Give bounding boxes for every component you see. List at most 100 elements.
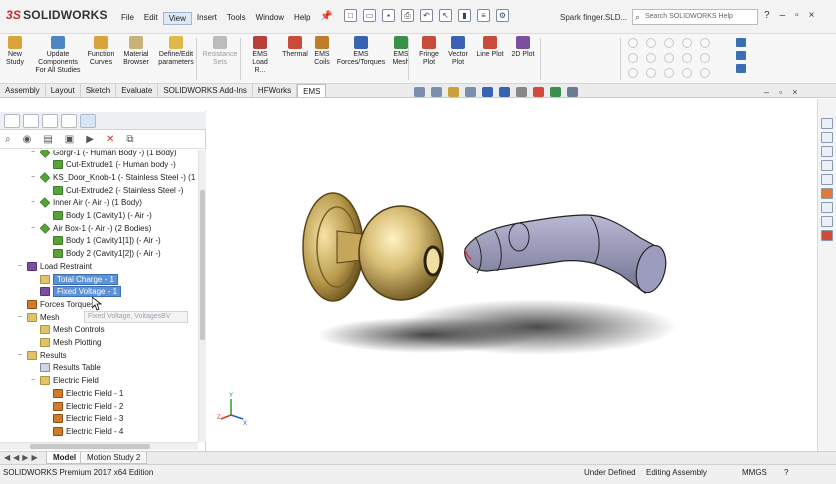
- property-manager-tab[interactable]: [23, 114, 39, 128]
- tree-item[interactable]: − Results: [18, 349, 67, 361]
- tab-motion-study[interactable]: Motion Study 2: [80, 452, 148, 464]
- section-view-icon[interactable]: [465, 87, 476, 97]
- tree-item[interactable]: Mesh Plotting: [31, 337, 101, 349]
- close-view-icon[interactable]: ×: [792, 87, 797, 97]
- zoom-fit-icon[interactable]: [414, 87, 425, 97]
- edit-study-icon[interactable]: ▤: [43, 134, 52, 145]
- new-study-button[interactable]: New Study: [2, 36, 28, 67]
- filter-icon[interactable]: ⌕: [5, 134, 11, 145]
- menu-edit[interactable]: Edit: [139, 12, 163, 25]
- help-icon[interactable]: ?: [764, 10, 770, 21]
- configuration-manager-tab[interactable]: [42, 114, 58, 128]
- checklist-icon[interactable]: [821, 216, 833, 227]
- menu-insert[interactable]: Insert: [192, 12, 222, 25]
- vector-plot-button[interactable]: Vector Plot: [446, 36, 470, 67]
- minimize-view-icon[interactable]: –: [764, 87, 769, 97]
- hide-show-items-icon[interactable]: [516, 87, 527, 97]
- fringe-plot-button[interactable]: Fringe Plot: [416, 36, 442, 67]
- function-curves-button[interactable]: Function Curves: [86, 36, 116, 67]
- edit-appearance-icon[interactable]: [533, 87, 544, 97]
- rebuild-icon[interactable]: ▮: [458, 9, 471, 22]
- tree-item[interactable]: − KS_Door_Knob-1 (- Stainless Steel -) (1: [31, 171, 195, 183]
- thermal-button[interactable]: Thermal: [280, 36, 310, 59]
- menu-help[interactable]: Help: [289, 12, 315, 25]
- resistance-sets-button[interactable]: Resistance Sets: [202, 36, 238, 67]
- material-browser-button[interactable]: Material Browser: [120, 36, 152, 67]
- file-explorer-icon[interactable]: [821, 160, 833, 171]
- ems-load-button[interactable]: EMS Load R...: [246, 36, 274, 75]
- expand-toggle-icon[interactable]: −: [31, 199, 38, 206]
- appearances-icon[interactable]: [821, 188, 833, 199]
- run-icon[interactable]: ▶: [86, 134, 94, 145]
- line-plot-button[interactable]: Line Plot: [474, 36, 506, 59]
- ems-tab[interactable]: [80, 114, 96, 128]
- tree-item[interactable]: − Gorgr-1 (- Human Body -) (1 Body): [31, 150, 177, 158]
- feature-manager-tab[interactable]: [4, 114, 20, 128]
- tab-scroll-arrows[interactable]: ◀◀▶▶: [4, 453, 41, 462]
- previous-view-icon[interactable]: [448, 87, 459, 97]
- home-icon[interactable]: [821, 118, 833, 129]
- status-units[interactable]: MMGS: [742, 468, 767, 477]
- help-search-input[interactable]: ⌕ Search SOLIDWORKS Help: [632, 9, 758, 25]
- custom-properties-icon[interactable]: [821, 202, 833, 213]
- minimize-button[interactable]: –: [780, 10, 786, 21]
- apply-scene-icon[interactable]: [550, 87, 561, 97]
- view-palette-icon[interactable]: [821, 174, 833, 185]
- tree-item[interactable]: Cut-Extrude2 (- Stainless Steel -): [44, 184, 183, 196]
- options-icon[interactable]: ⚙: [496, 9, 509, 22]
- tree-horizontal-scrollbar[interactable]: [0, 442, 198, 450]
- tree-item[interactable]: − Electric Field: [31, 375, 99, 387]
- menu-window[interactable]: Window: [251, 12, 289, 25]
- duplicate-study-icon[interactable]: ▣: [65, 134, 74, 145]
- maximize-button[interactable]: ▫: [795, 10, 799, 21]
- save-icon[interactable]: ▪: [382, 9, 395, 22]
- view-settings-icon[interactable]: [567, 87, 578, 97]
- tab-model[interactable]: Model: [46, 452, 84, 464]
- tab-ems[interactable]: EMS: [297, 84, 327, 97]
- tree-item[interactable]: Forces Torques: [18, 298, 95, 310]
- select-icon[interactable]: ↖: [439, 9, 452, 22]
- delete-icon[interactable]: ✕: [106, 134, 114, 145]
- tree-item[interactable]: Electric Field - 2: [44, 400, 123, 412]
- copy-icon[interactable]: ⧉: [126, 134, 133, 145]
- close-button[interactable]: ×: [809, 10, 815, 21]
- expand-toggle-icon[interactable]: −: [18, 314, 25, 321]
- tree-item[interactable]: Body 1 (Cavity1) (- Air -): [44, 210, 152, 222]
- tab-evaluate[interactable]: Evaluate: [116, 84, 159, 97]
- tab-sketch[interactable]: Sketch: [81, 84, 117, 97]
- tree-item[interactable]: Electric Field - 1: [44, 387, 123, 399]
- tree-item[interactable]: − Air Box-1 (- Air -) (2 Bodies): [31, 222, 151, 234]
- menu-file[interactable]: File: [116, 12, 139, 25]
- info-icon[interactable]: [736, 38, 746, 47]
- tab-assembly[interactable]: Assembly: [0, 84, 46, 97]
- resources-icon[interactable]: [821, 132, 833, 143]
- tree-item[interactable]: Cut-Extrude1 (- Human body -): [44, 159, 176, 171]
- menu-tools[interactable]: Tools: [222, 12, 251, 25]
- expand-toggle-icon[interactable]: −: [31, 225, 38, 232]
- menu-view[interactable]: View: [162, 12, 192, 25]
- file-properties-icon[interactable]: ≡: [477, 9, 490, 22]
- tree-item[interactable]: − Load Restraint: [18, 260, 92, 272]
- tree-item[interactable]: Fixed Voltage - 1: [31, 286, 122, 298]
- expand-toggle-icon[interactable]: −: [18, 263, 25, 270]
- tree-item[interactable]: Electric Field - 4: [44, 425, 123, 437]
- tree-item[interactable]: Body 2 (Cavity1[2]) (- Air -): [44, 248, 161, 260]
- tree-item[interactable]: − Mesh: [18, 311, 60, 323]
- tree-vertical-scrollbar[interactable]: [198, 150, 206, 442]
- tab-layout[interactable]: Layout: [46, 84, 81, 97]
- print-icon[interactable]: ⎙: [401, 9, 414, 22]
- ems-coils-button[interactable]: EMS Coils: [312, 36, 332, 67]
- tree-item[interactable]: Total Charge - 1: [31, 273, 118, 285]
- parameters-button[interactable]: Define/Edit parameters: [156, 36, 196, 67]
- zoom-area-icon[interactable]: [431, 87, 442, 97]
- expand-toggle-icon[interactable]: −: [18, 352, 25, 359]
- restore-view-icon[interactable]: ▫: [779, 87, 782, 97]
- solidworks-logo[interactable]: 3S SOLIDWORKS: [6, 8, 108, 22]
- export-icon[interactable]: [736, 64, 746, 73]
- status-help-icon[interactable]: ?: [784, 468, 788, 477]
- expand-toggle-icon[interactable]: −: [31, 377, 38, 384]
- tree-item[interactable]: Results Table: [31, 362, 101, 374]
- expand-toggle-icon[interactable]: −: [31, 174, 38, 181]
- ems-forces-button[interactable]: EMS Forces/Torques: [334, 36, 388, 67]
- 2d-plot-button[interactable]: 2D Plot: [510, 36, 536, 59]
